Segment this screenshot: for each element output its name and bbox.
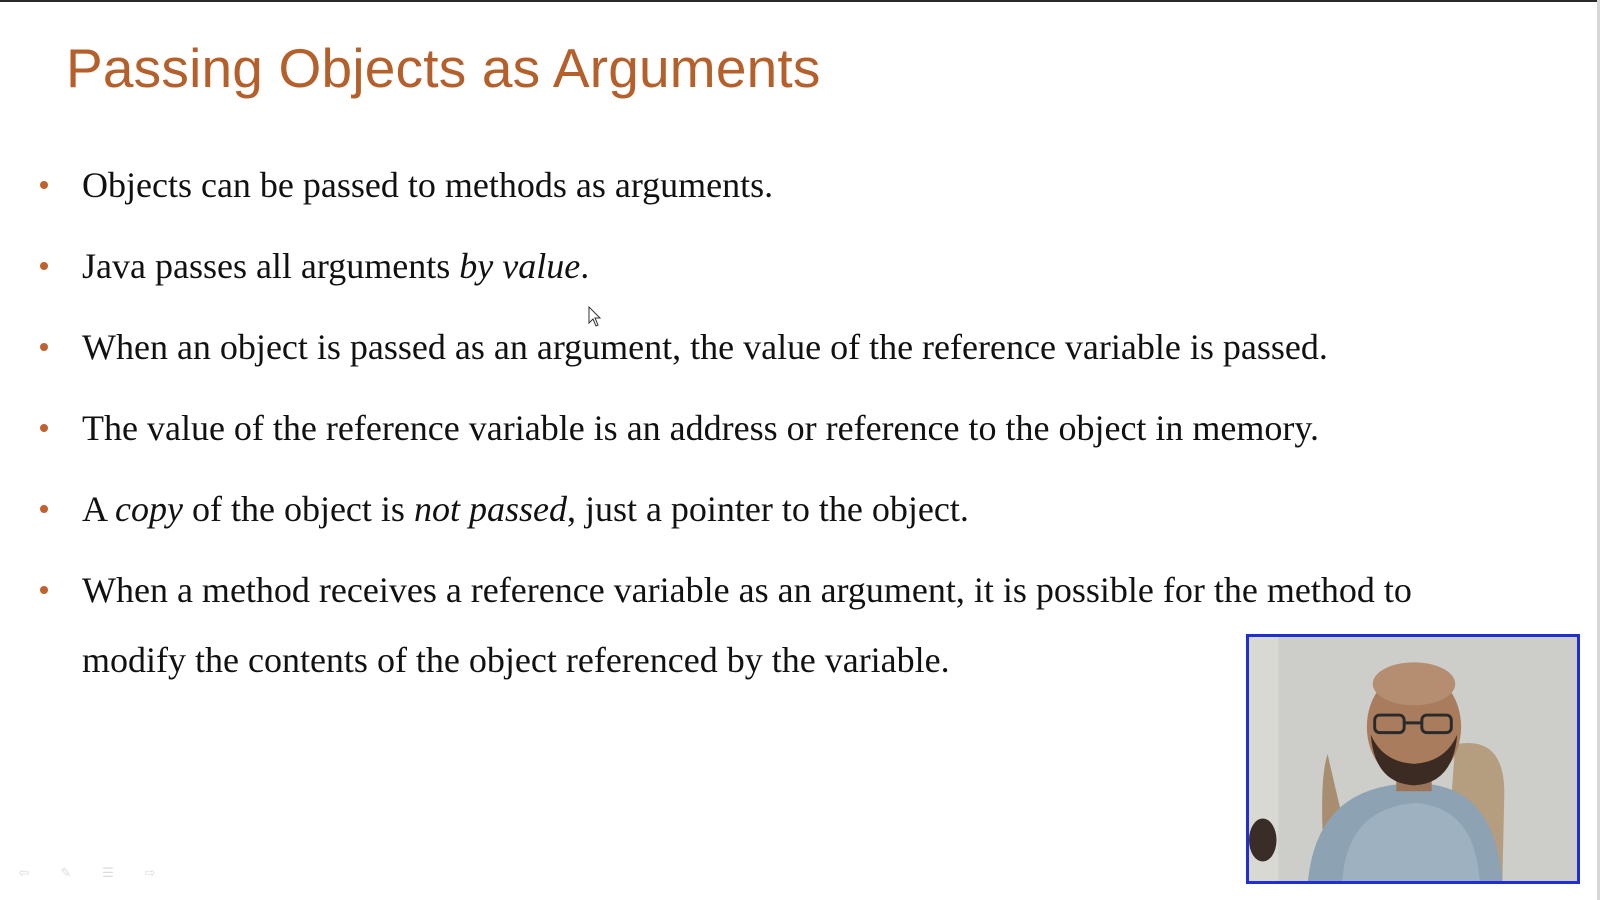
bullet-text-segment: When an object is passed as an argument,… [82, 327, 1328, 367]
bullet-text-segment: The value of the reference variable is a… [82, 408, 1320, 448]
bullet-text-segment: , just a pointer to the object. [566, 489, 969, 529]
bullet-text-segment: of the object is [182, 489, 414, 529]
next-arrow-icon[interactable]: ⇨ [140, 866, 160, 881]
presenter-webcam [1246, 634, 1580, 884]
bullet-item: A copy of the object is not passed, just… [0, 474, 1522, 544]
slideshow-toolbar: ⇦ ✎ ☰ ⇨ [14, 866, 160, 881]
bullet-text: Objects can be passed to methods as argu… [82, 165, 773, 205]
bullet-text-segment: . [580, 246, 590, 286]
bullet-dot-icon [38, 150, 50, 220]
bullet-text: When an object is passed as an argument,… [82, 327, 1328, 367]
bullet-item: The value of the reference variable is a… [0, 393, 1522, 463]
bullet-dot-icon [38, 555, 50, 625]
bullet-dot-icon [38, 312, 50, 382]
bullet-text: Java passes all arguments by value. [82, 246, 589, 286]
window-top-border [0, 0, 1600, 2]
bullet-text-segment: A [82, 489, 116, 529]
bullet-list: Objects can be passed to methods as argu… [0, 150, 1560, 706]
bullet-text-emphasis: by value [459, 246, 581, 286]
bullet-item: Java passes all arguments by value. [0, 231, 1522, 301]
bullet-text-segment: When a method receives a reference varia… [82, 570, 1412, 680]
bullet-text-segment: Java passes all arguments [82, 246, 460, 286]
bullet-dot-icon [38, 231, 50, 301]
presenter-video-icon [1249, 637, 1577, 881]
mouse-pointer-icon [588, 306, 602, 327]
bullet-item: When an object is passed as an argument,… [0, 312, 1522, 382]
previous-arrow-icon[interactable]: ⇦ [14, 866, 34, 881]
bullet-text: When a method receives a reference varia… [82, 570, 1412, 680]
bullet-text-emphasis: copy [115, 489, 183, 529]
slide-title: Passing Objects as Arguments [66, 37, 821, 99]
pen-icon[interactable]: ✎ [56, 866, 76, 881]
bullet-dot-icon [38, 393, 50, 463]
bullet-text: A copy of the object is not passed, just… [82, 489, 969, 529]
bullet-dot-icon [38, 474, 50, 544]
slide-menu-icon[interactable]: ☰ [98, 866, 118, 881]
bullet-text-emphasis: not passed [413, 489, 567, 529]
bullet-text-segment: Objects can be passed to methods as argu… [82, 165, 774, 205]
bullet-text: The value of the reference variable is a… [82, 408, 1319, 448]
bullet-item: Objects can be passed to methods as argu… [0, 150, 1522, 220]
